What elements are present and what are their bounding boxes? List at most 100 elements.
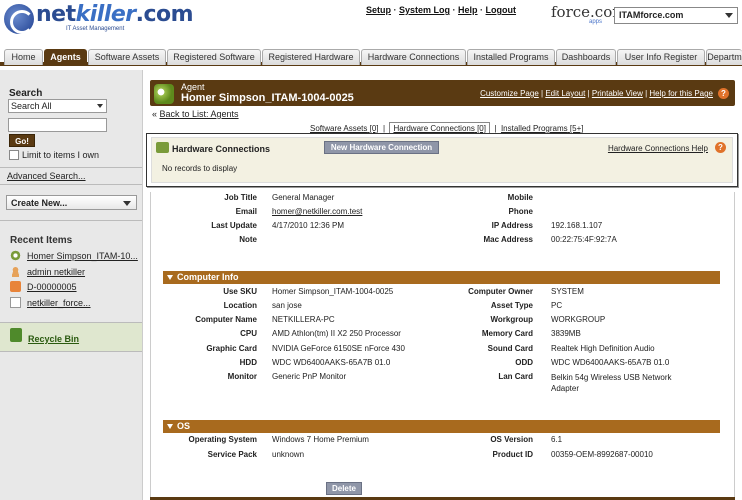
tab-home[interactable]: Home: [4, 49, 43, 65]
field-value: AMD Athlon(tm) II X2 250 Processor: [272, 329, 401, 338]
field-label: ODD: [515, 358, 533, 367]
computer-info-section-header[interactable]: Computer Info: [163, 271, 720, 284]
force-apps-label: apps: [589, 19, 603, 25]
search-input[interactable]: [8, 118, 107, 132]
logo-text: netkiller.com: [36, 2, 194, 27]
recent-item-label[interactable]: admin netkiller: [27, 267, 85, 277]
customize-page-link[interactable]: Customize Page: [480, 89, 539, 98]
recent-item-label[interactable]: Homer Simpson_ITAM-10...: [27, 251, 138, 261]
recycle-bin-link[interactable]: Recycle Bin: [28, 334, 79, 344]
detail-row: Use SKU Homer Simpson_ITAM-1004-0025 Com…: [151, 287, 721, 301]
field-value: unknown: [272, 450, 305, 459]
field-label: OS Version: [490, 435, 533, 444]
field-value: 4/17/2010 12:36 PM: [272, 221, 345, 230]
recent-item[interactable]: Homer Simpson_ITAM-10...: [10, 250, 138, 261]
tab-registered-software[interactable]: Registered Software: [167, 49, 261, 65]
detail-row: Job Title General Manager Mobile: [151, 193, 721, 207]
back-to-list-link[interactable]: Back to List: Agents: [160, 109, 239, 119]
recent-item[interactable]: admin netkiller: [10, 266, 85, 277]
create-new-dropdown[interactable]: Create New...: [6, 195, 137, 210]
system-log-link[interactable]: System Log: [399, 5, 450, 15]
software-assets-link[interactable]: Software Assets [0]: [310, 124, 379, 133]
record-type: Agent: [181, 82, 205, 92]
tab-installed-programs[interactable]: Installed Programs: [467, 49, 555, 65]
field-label: Operating System: [188, 435, 257, 444]
advanced-search-link[interactable]: Advanced Search...: [7, 171, 86, 181]
field-value: NVIDIA GeForce 6150SE nForce 430: [272, 344, 405, 353]
delete-button[interactable]: Delete: [326, 482, 362, 495]
app-selector[interactable]: ITAMforce.com: [614, 7, 738, 24]
recent-item-label[interactable]: netkiller_force...: [27, 298, 91, 308]
hardware-connections-help-link[interactable]: Hardware Connections Help: [608, 144, 708, 153]
help-icon[interactable]: ?: [718, 88, 729, 99]
logo-tagline: IT Asset Management: [66, 26, 125, 32]
detail-row: Location san jose Asset Type PC: [151, 301, 721, 315]
field-label: Computer Name: [195, 315, 257, 324]
search-go-button[interactable]: Go!: [9, 134, 35, 147]
field-label: CPU: [240, 329, 257, 338]
field-label: HDD: [239, 358, 257, 367]
tab-software-assets[interactable]: Software Assets: [88, 49, 166, 65]
tab-user-info-register[interactable]: User Info Register: [617, 49, 705, 65]
hardware-connections-title: Hardware Connections: [172, 144, 271, 154]
field-value: 00:22:75:4F:92:7A: [551, 235, 617, 244]
field-value: Belkin 54g Wireless USB Network Adapter: [551, 373, 672, 393]
recent-item[interactable]: netkiller_force...: [10, 297, 91, 308]
printable-view-link[interactable]: Printable View: [592, 89, 643, 98]
hardware-connections-popup: Hardware Connections New Hardware Connec…: [146, 133, 738, 187]
detail-row: Service Pack unknown Product ID 00359-OE…: [151, 450, 721, 464]
limit-to-owned-checkbox[interactable]: [9, 150, 19, 160]
detail-row: Operating System Windows 7 Home Premium …: [151, 435, 721, 449]
recycle-bin-icon: [10, 328, 22, 342]
search-scope-select[interactable]: Search All: [8, 99, 107, 113]
logout-link[interactable]: Logout: [486, 5, 517, 15]
recent-item-label[interactable]: D-00000005: [27, 282, 77, 292]
tab-hardware-connections[interactable]: Hardware Connections: [361, 49, 466, 65]
field-value: 3839MB: [551, 329, 581, 338]
tab-agents[interactable]: Agents: [44, 49, 87, 65]
field-label: Use SKU: [223, 287, 257, 296]
help-icon[interactable]: ?: [715, 142, 726, 153]
field-label: Asset Type: [490, 301, 533, 310]
field-value: Windows 7 Home Premium: [272, 435, 369, 444]
field-label: Monitor: [227, 372, 257, 381]
field-label: Workgroup: [490, 315, 533, 324]
field-label: Computer Owner: [468, 287, 533, 296]
top-links: Setup · System Log · Help · Logout: [366, 5, 517, 15]
create-new-label: Create New...: [11, 198, 68, 208]
search-heading: Search: [9, 88, 43, 99]
field-value: Realtek High Definition Audio: [551, 344, 655, 353]
chevron-down-icon: [725, 13, 733, 18]
agent-gear-icon: [154, 84, 174, 104]
netkiller-logo[interactable]: netkiller.com: [4, 2, 194, 40]
sidebar: Search Search All Go! Limit to items I o…: [0, 70, 143, 500]
detail-section: Job Title General Manager Mobile Email h…: [150, 192, 735, 500]
field-label: Product ID: [492, 450, 533, 459]
field-value: 192.168.1.107: [551, 221, 603, 230]
field-label: Email: [235, 207, 257, 216]
divider: [0, 220, 142, 221]
detail-row: Monitor Generic PnP Monitor Lan Card Bel…: [151, 372, 721, 398]
tab-departments[interactable]: Departm: [706, 49, 742, 65]
field-value: PC: [551, 301, 563, 310]
help-link[interactable]: Help: [458, 5, 478, 15]
field-value: san jose: [272, 301, 302, 310]
recent-item[interactable]: D-00000005: [10, 281, 77, 292]
installed-programs-link[interactable]: Installed Programs [5+]: [501, 124, 584, 133]
breadcrumb: « Back to List: Agents: [152, 109, 239, 119]
tab-dashboards[interactable]: Dashboards: [556, 49, 616, 65]
tab-registered-hardware[interactable]: Registered Hardware: [262, 49, 360, 65]
chevron-down-icon: [123, 201, 131, 206]
edit-layout-link[interactable]: Edit Layout: [545, 89, 585, 98]
field-value: Homer Simpson_ITAM-1004-0025: [272, 287, 394, 296]
search-scope-value: Search All: [11, 101, 52, 111]
recent-items-heading: Recent Items: [10, 235, 73, 246]
field-label: IP Address: [491, 221, 533, 230]
email-link[interactable]: homer@netkiller.com.test: [272, 207, 442, 216]
divider: [150, 496, 735, 500]
help-for-page-link[interactable]: Help for this Page: [649, 89, 713, 98]
new-hardware-connection-button[interactable]: New Hardware Connection: [324, 141, 439, 154]
os-section-header[interactable]: OS: [163, 420, 720, 433]
setup-link[interactable]: Setup: [366, 5, 391, 15]
field-value: WORKGROUP: [551, 315, 606, 324]
